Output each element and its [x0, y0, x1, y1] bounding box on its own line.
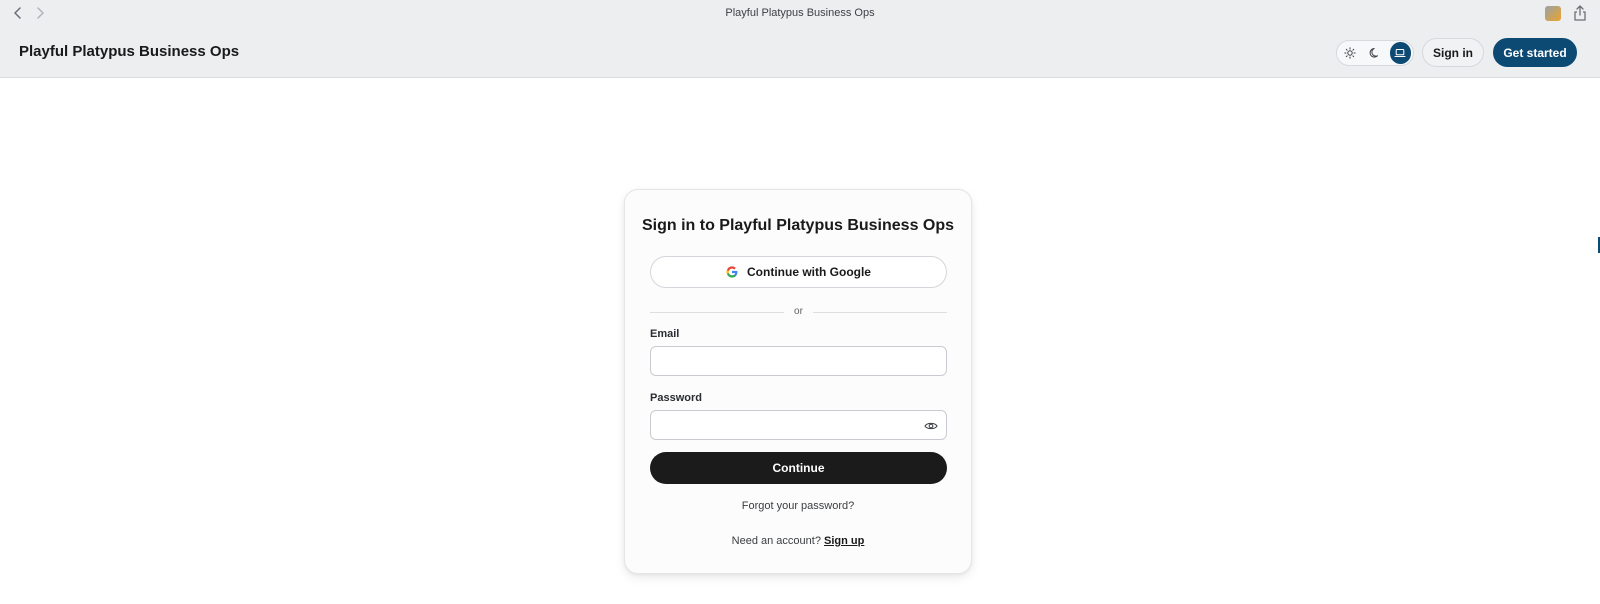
password-label: Password: [650, 392, 702, 404]
browser-toolbar: Playful Platypus Business Ops: [0, 0, 1600, 27]
sign-in-button[interactable]: Sign in: [1422, 38, 1484, 67]
app-header: Playful Platypus Business Ops Sign in Ge…: [0, 27, 1600, 78]
laptop-icon[interactable]: [1389, 42, 1411, 64]
google-button-label: Continue with Google: [747, 265, 871, 279]
forgot-password-text: Forgot your password?: [625, 500, 971, 512]
continue-button[interactable]: Continue: [650, 452, 947, 484]
forgot-password-link[interactable]: Forgot your password?: [742, 500, 855, 512]
password-field[interactable]: [650, 410, 947, 440]
brand-name[interactable]: Playful Platypus Business Ops: [19, 43, 239, 60]
share-icon[interactable]: [1573, 5, 1587, 21]
window-title: Playful Platypus Business Ops: [725, 7, 875, 19]
extension-icon[interactable]: [1545, 6, 1561, 21]
get-started-button[interactable]: Get started: [1493, 38, 1577, 67]
or-divider: or: [650, 306, 947, 318]
theme-switcher: [1336, 40, 1414, 66]
sign-in-card: Sign in to Playful Platypus Business Ops…: [624, 189, 972, 574]
sign-up-link[interactable]: Sign up: [824, 535, 864, 547]
page-title: Sign in to Playful Platypus Business Ops: [641, 217, 955, 234]
signup-prompt: Need an account?: [731, 535, 821, 547]
email-field[interactable]: [650, 346, 947, 376]
email-label: Email: [650, 328, 680, 340]
divider-line-right: [813, 312, 947, 313]
signup-prompt-line: Need an account? Sign up: [625, 535, 971, 547]
continue-with-google-button[interactable]: Continue with Google: [650, 256, 947, 288]
google-icon: [726, 266, 738, 278]
eye-icon[interactable]: [924, 419, 938, 433]
moon-icon[interactable]: [1364, 42, 1385, 64]
sun-icon[interactable]: [1339, 42, 1360, 64]
